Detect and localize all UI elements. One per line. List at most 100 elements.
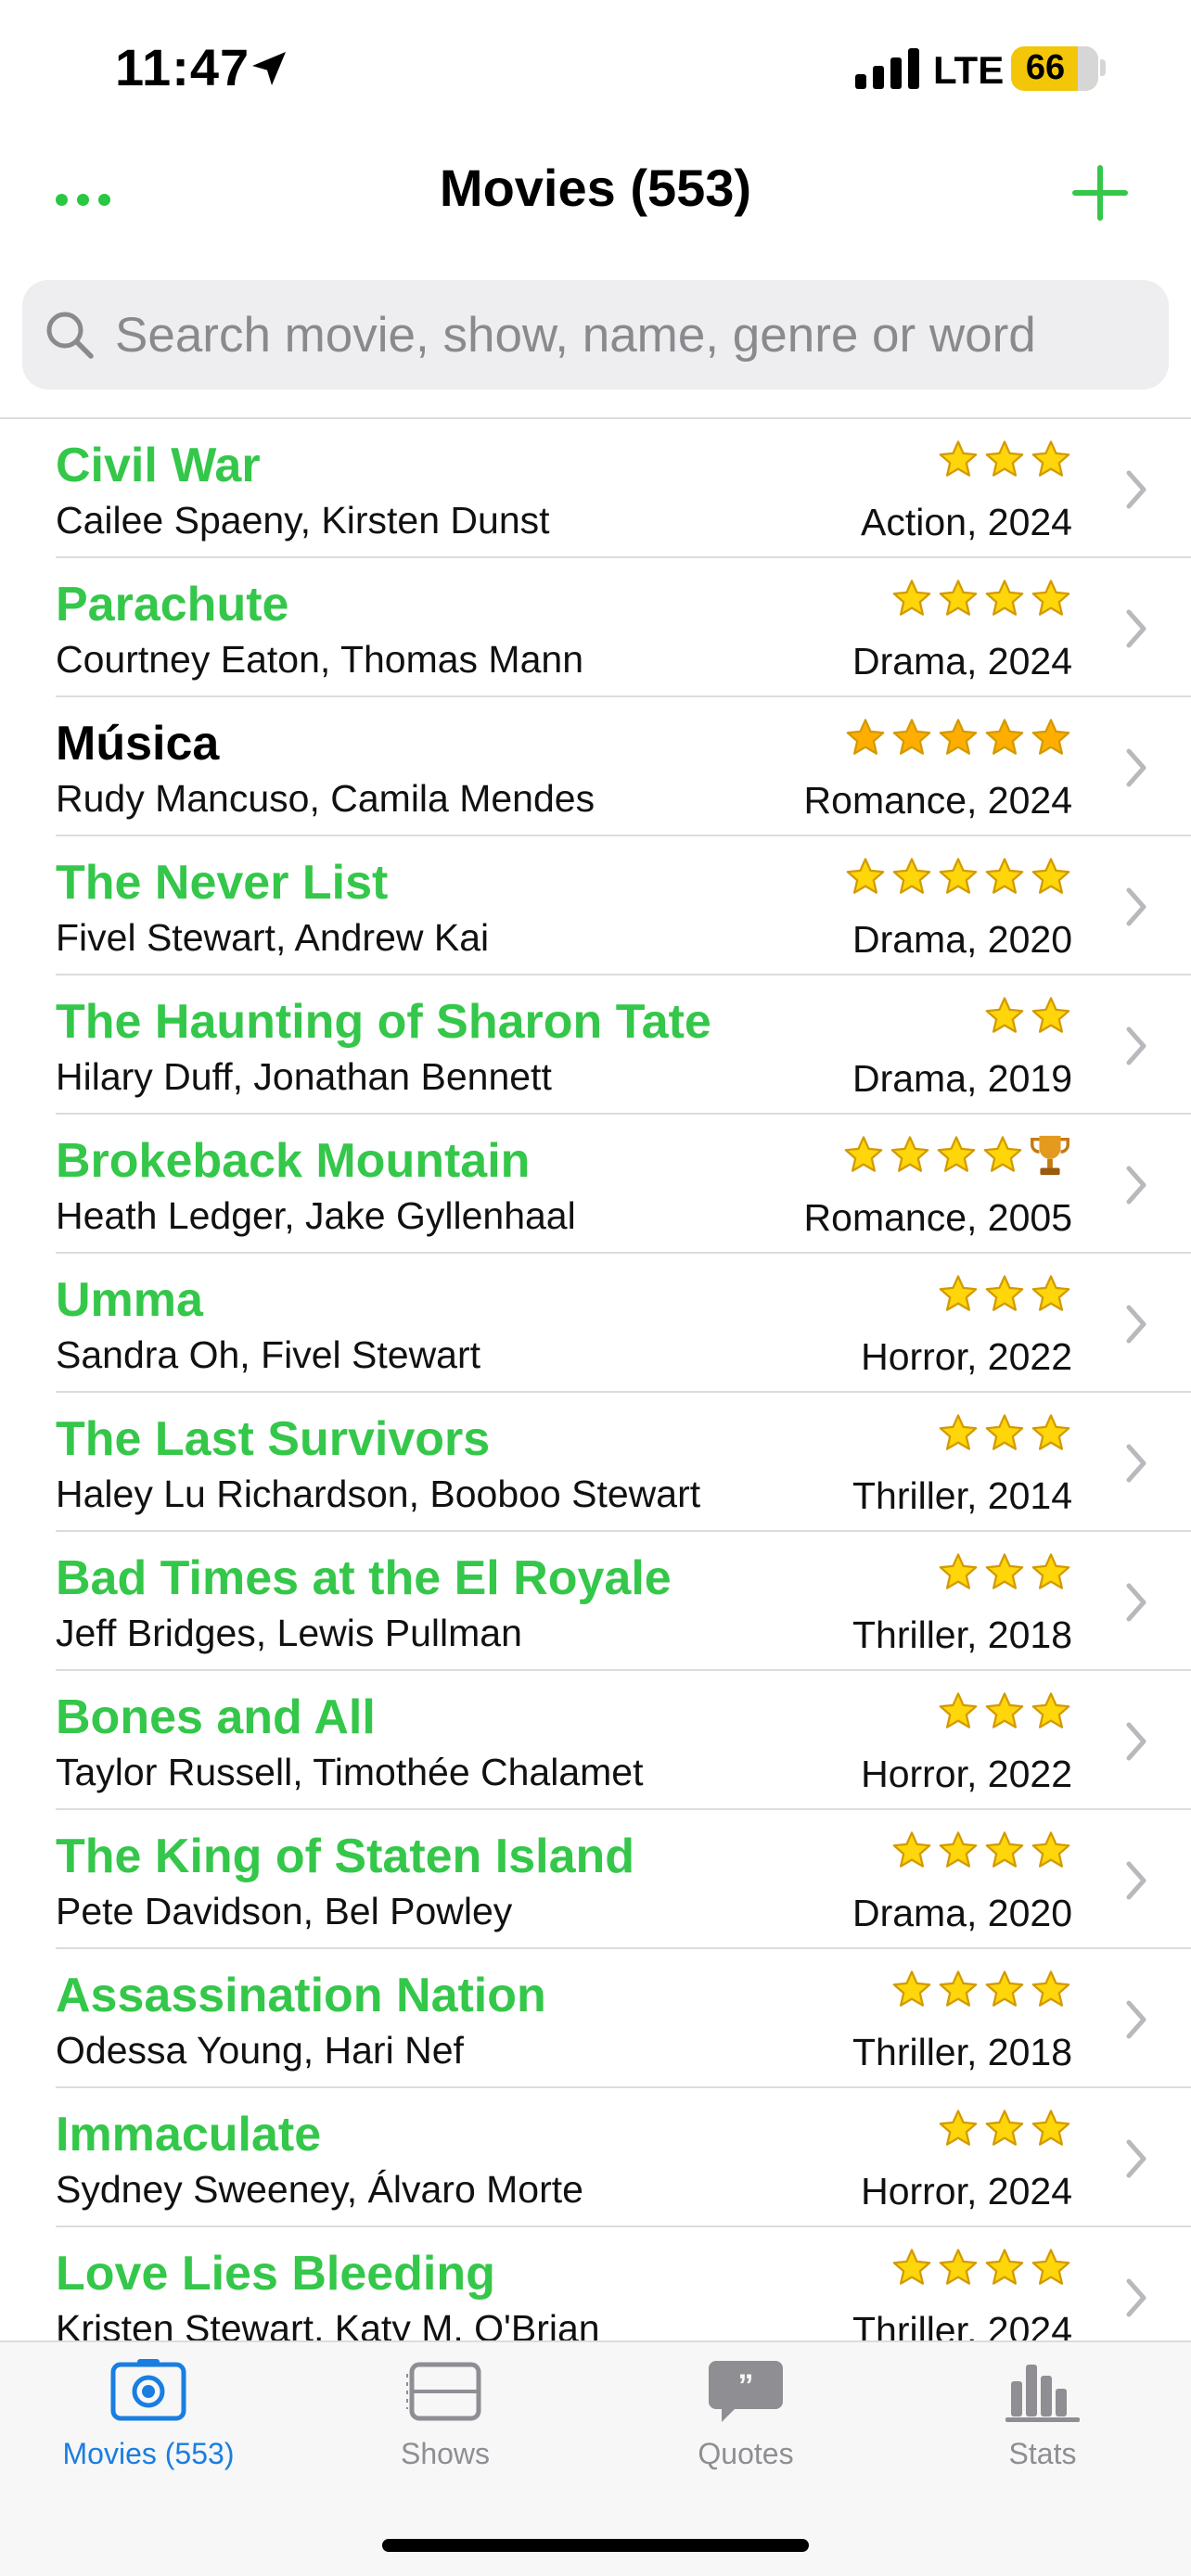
search-input[interactable] [115, 280, 1154, 389]
chevron-right-icon [1126, 1722, 1146, 1761]
movie-cast: Odessa Young, Hari Nef [56, 2029, 464, 2072]
chevron-right-icon [1126, 1444, 1146, 1483]
movie-row[interactable]: The Last Survivors Haley Lu Richardson, B… [0, 1393, 1191, 1532]
status-time: 11:47 [115, 38, 250, 96]
search-bar[interactable] [22, 280, 1169, 389]
chevron-right-icon [1126, 1861, 1146, 1900]
movie-title: Immaculate [56, 2108, 322, 2162]
movie-row[interactable]: Parachute Courtney Eaton, Thomas Mann Dram… [0, 558, 1191, 697]
star-icon [939, 1553, 978, 1589]
movie-title: Brokeback Mountain [56, 1134, 531, 1188]
star-icon [939, 1692, 978, 1728]
movie-title: Love Lies Bleeding [56, 2247, 495, 2301]
star-icon [1031, 1970, 1070, 2007]
star-icon [985, 1970, 1024, 2007]
star-icon [892, 1831, 931, 1868]
quotes-tab-icon: ” [709, 2361, 783, 2422]
movie-rating [937, 1549, 1072, 1597]
trophy-icon [1031, 1135, 1069, 1176]
movie-genre-year: Horror, 2024 [861, 2170, 1072, 2213]
star-icon [1031, 997, 1070, 1033]
chevron-right-icon [1126, 470, 1146, 509]
movie-rating [890, 575, 1072, 623]
movie-row[interactable]: Civil War Cailee Spaeny, Kirsten Dunst Act… [0, 419, 1191, 558]
tab-stats[interactable]: Stats [931, 2359, 1154, 2498]
movie-title: Parachute [56, 578, 289, 631]
movie-title: Bad Times at the El Royale [56, 1551, 672, 1605]
movie-row[interactable]: Bad Times at the El Royale Jeff Bridges, … [0, 1532, 1191, 1671]
movie-cast: Pete Davidson, Bel Powley [56, 1890, 513, 1932]
star-icon [985, 1831, 1024, 1868]
star-icon [939, 440, 978, 477]
movie-rating [890, 2244, 1072, 2292]
star-icon [939, 580, 978, 616]
movie-row[interactable]: Música Rudy Mancuso, Camila Mendes Romance… [0, 697, 1191, 836]
movie-rating [842, 1131, 1072, 1180]
movie-rating [983, 992, 1072, 1040]
movie-cast: Hilary Duff, Jonathan Bennett [56, 1055, 552, 1098]
movie-title: Umma [56, 1273, 203, 1327]
star-icon [1031, 719, 1070, 755]
movie-cast: Courtney Eaton, Thomas Mann [56, 638, 583, 681]
search-icon [46, 312, 94, 359]
star-icon [1031, 2110, 1070, 2146]
movie-row[interactable]: The King of Staten Island Pete Davidson, … [0, 1810, 1191, 1949]
movie-row[interactable]: Assassination Nation Odessa Young, Hari N… [0, 1949, 1191, 2088]
star-icon [939, 1831, 978, 1868]
movie-row[interactable]: The Haunting of Sharon Tate Hilary Duff, … [0, 976, 1191, 1115]
battery-icon: 66 [1011, 46, 1098, 91]
star-icon [985, 1275, 1024, 1311]
star-icon [985, 719, 1024, 755]
chevron-right-icon [1126, 1027, 1146, 1065]
tab-shows[interactable]: Shows [334, 2359, 557, 2498]
movie-genre-year: Romance, 2024 [803, 779, 1072, 822]
tab-label-quotes: Quotes [698, 2437, 794, 2470]
star-icon [1031, 580, 1070, 616]
movie-rating [844, 853, 1072, 901]
movie-title: Civil War [56, 439, 261, 492]
movie-genre-year: Thriller, 2024 [852, 2309, 1072, 2340]
star-icon [844, 1136, 883, 1172]
stats-tab-icon [1005, 2365, 1080, 2422]
movie-cast: Fivel Stewart, Andrew Kai [56, 916, 490, 959]
movie-row[interactable]: Umma Sandra Oh, Fivel Stewart Horror, 2022 [0, 1254, 1191, 1393]
movie-genre-year: Horror, 2022 [861, 1753, 1072, 1795]
shows-tab-icon [406, 2362, 481, 2421]
tab-movies[interactable]: Movies (553) [37, 2359, 260, 2498]
movie-cast: Jeff Bridges, Lewis Pullman [56, 1612, 522, 1654]
movie-title: The Haunting of Sharon Tate [56, 995, 711, 1049]
movie-rating [937, 436, 1072, 484]
movie-row[interactable]: Immaculate Sydney Sweeney, Álvaro Morte Ho… [0, 2088, 1191, 2227]
star-icon [939, 2110, 978, 2146]
cellular-signal-icon [855, 48, 919, 89]
movie-cast: Heath Ledger, Jake Gyllenhaal [56, 1194, 576, 1237]
movie-genre-year: Drama, 2019 [852, 1057, 1072, 1100]
star-icon [939, 858, 978, 894]
chevron-right-icon [1126, 609, 1146, 648]
tab-label-shows: Shows [400, 2437, 491, 2470]
tab-label-movies: Movies (553) [62, 2437, 235, 2470]
movie-genre-year: Thriller, 2014 [852, 1474, 1072, 1517]
movie-row[interactable]: Bones and All Taylor Russell, Timothée Ch… [0, 1671, 1191, 1810]
movie-row[interactable]: Brokeback Mountain Heath Ledger, Jake Gyl… [0, 1115, 1191, 1254]
star-icon [985, 580, 1024, 616]
star-icon [1031, 1692, 1070, 1728]
add-movie-button[interactable] [1069, 161, 1132, 224]
chevron-right-icon [1126, 1305, 1146, 1344]
movie-list[interactable]: Civil War Cailee Spaeny, Kirsten Dunst Act… [0, 419, 1191, 2340]
page-title: Movies (553) [439, 159, 752, 217]
chevron-right-icon [1126, 887, 1146, 926]
star-icon [939, 2249, 978, 2285]
movie-genre-year: Romance, 2005 [803, 1196, 1072, 1239]
movie-title: The Never List [56, 856, 389, 910]
tab-quotes[interactable]: ” Quotes [634, 2359, 857, 2498]
movie-genre-year: Thriller, 2018 [852, 1613, 1072, 1656]
movie-title: Assassination Nation [56, 1969, 546, 2022]
star-icon [1031, 2249, 1070, 2285]
chevron-right-icon [1126, 1166, 1146, 1205]
movie-row[interactable]: The Never List Fivel Stewart, Andrew Kai D… [0, 836, 1191, 976]
star-icon [939, 1414, 978, 1450]
movie-cast: Cailee Spaeny, Kirsten Dunst [56, 499, 550, 542]
movie-rating [890, 1966, 1072, 2014]
movie-row[interactable]: Love Lies Bleeding Kristen Stewart, Katy … [0, 2227, 1191, 2340]
